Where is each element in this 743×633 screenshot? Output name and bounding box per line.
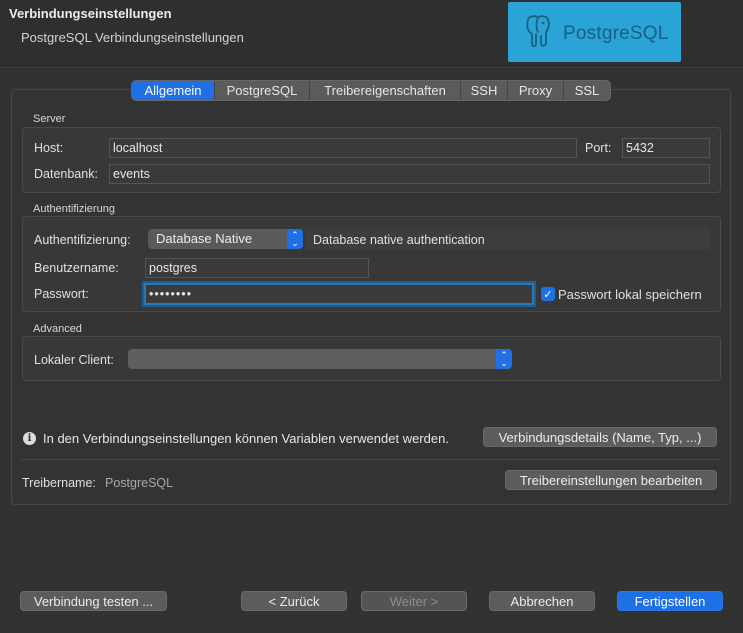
postgresql-logo: PostgreSQL [508,2,681,62]
auth-type-label: Authentifizierung: [34,233,131,247]
variables-info-text: In den Verbindungseinstellungen können V… [43,431,449,446]
tab-postgresql[interactable]: PostgreSQL [215,81,310,100]
tab-proxy[interactable]: Proxy [508,81,564,100]
finish-button[interactable]: Fertigstellen [617,591,723,611]
server-group-label: Server [33,113,66,125]
chevron-updown-icon: ⌃ ⌄ [287,229,303,249]
tab-allgemein[interactable]: Allgemein [132,81,215,100]
info-icon: i [23,432,36,445]
auth-description: Database native authentication [313,233,485,247]
connection-details-button[interactable]: Verbindungsdetails (Name, Typ, ...) [483,427,717,447]
chevron-updown-icon: ⌃ ⌄ [496,349,512,369]
host-input[interactable]: localhost [109,138,577,158]
database-label: Datenbank: [34,167,98,181]
local-client-label: Lokaler Client: [34,353,114,367]
auth-type-select[interactable]: Database Native ⌃ ⌄ [148,229,303,249]
tab-ssl[interactable]: SSL [564,81,610,100]
back-button[interactable]: < Zurück [241,591,347,611]
driver-name-label: Treibername: [22,476,96,490]
checkmark-icon: ✓ [543,288,553,301]
username-input[interactable]: postgres [145,258,369,278]
elephant-icon [526,15,550,48]
divider [21,459,721,460]
save-password-checkbox[interactable]: ✓ [541,287,555,301]
auth-type-value: Database Native [156,231,253,246]
password-input[interactable]: •••••••• [144,283,534,305]
database-input[interactable]: events [109,164,710,184]
auth-group-label: Authentifizierung [33,203,115,215]
username-label: Benutzername: [34,261,119,275]
port-label: Port: [585,141,612,155]
password-label: Passwort: [34,287,89,301]
host-label: Host: [34,141,64,155]
port-input[interactable]: 5432 [622,138,710,158]
cancel-button[interactable]: Abbrechen [489,591,595,611]
dialog-subtitle: PostgreSQL Verbindungseinstellungen [21,30,244,45]
local-client-select[interactable]: ⌃ ⌄ [128,349,512,369]
next-button[interactable]: Weiter > [361,591,467,611]
edit-driver-settings-button[interactable]: Treibereinstellungen bearbeiten [505,470,717,490]
dialog-title: Verbindungseinstellungen [9,6,172,21]
logo-text: PostgreSQL [563,23,669,44]
save-password-label: Passwort lokal speichern [558,287,702,302]
tab-treibereigenschaften[interactable]: Treibereigenschaften [310,81,461,100]
tab-bar: Allgemein PostgreSQL Treibereigenschafte… [131,80,611,101]
test-connection-button[interactable]: Verbindung testen ... [20,591,167,611]
advanced-group-label: Advanced [33,323,82,335]
tab-ssh[interactable]: SSH [461,81,508,100]
driver-name-value: PostgreSQL [105,476,174,490]
